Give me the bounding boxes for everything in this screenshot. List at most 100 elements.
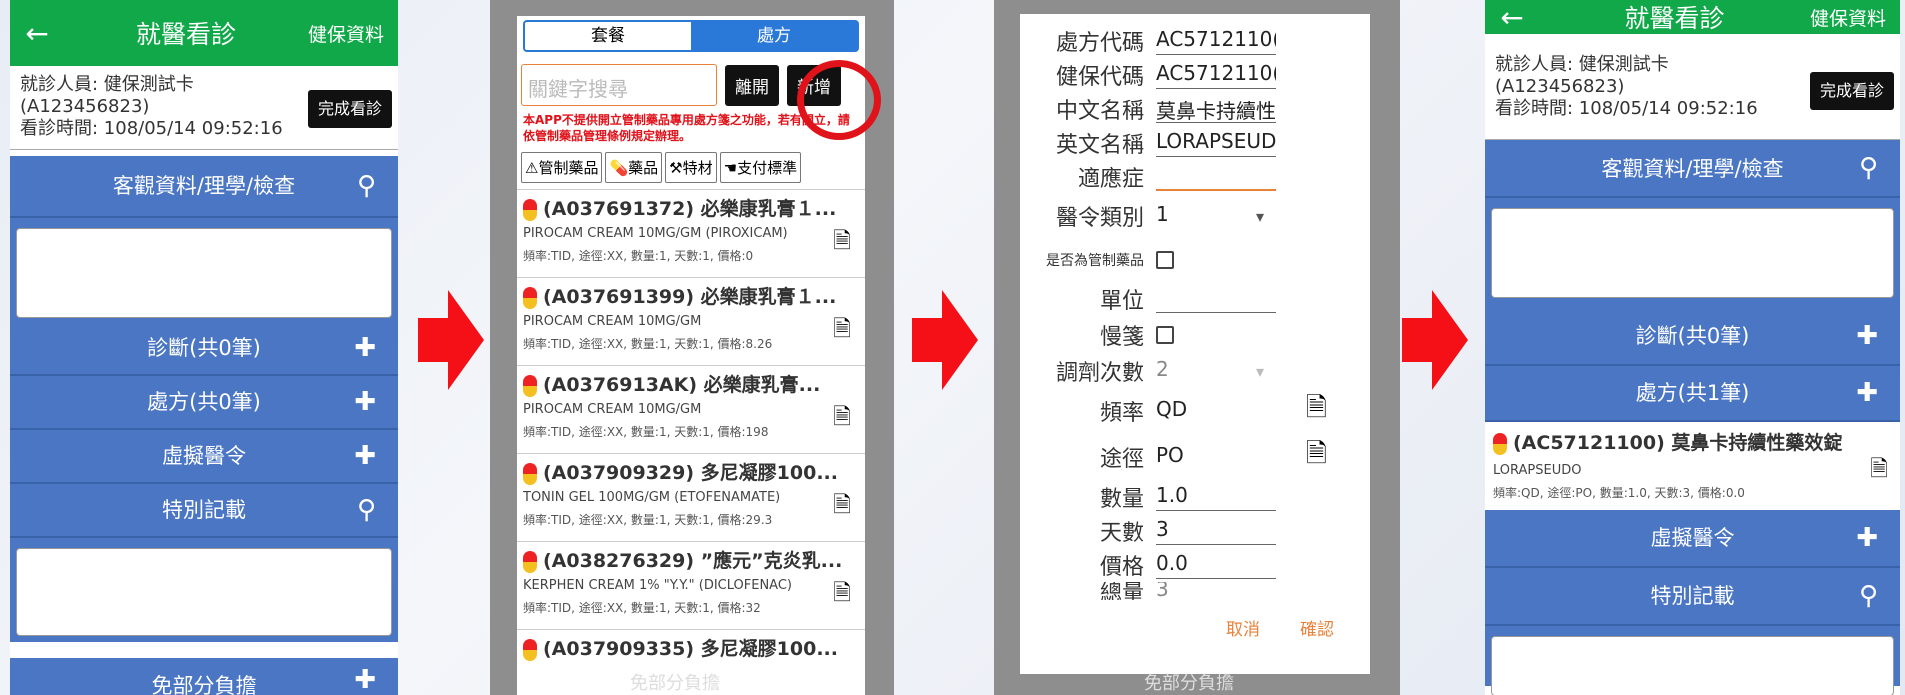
section-objective[interactable]: 客觀資料/理學/檢查 ⚲ xyxy=(1485,140,1900,198)
quantity-input[interactable]: 1.0 xyxy=(1156,483,1276,511)
chinese-name-input[interactable]: 莫鼻卡持續性 xyxy=(1156,95,1276,123)
screen-visit-updated: ← 就醫看診 健保資料 就診人員: 健保測試卡 (A123456823) 看診時… xyxy=(1485,0,1900,695)
dropdown-icon[interactable]: ▾ xyxy=(1256,362,1264,381)
document-icon[interactable]: 🗎 xyxy=(1306,435,1327,479)
section-virtual-order[interactable]: 虛擬醫令 ✚ xyxy=(10,430,398,484)
section-special[interactable]: 特別記載 ⚲ xyxy=(10,484,398,538)
field-unit: 單位 xyxy=(1020,282,1370,316)
keyword-search-input[interactable]: 關鍵字搜尋 xyxy=(521,64,717,106)
chronic-checkbox[interactable] xyxy=(1156,326,1174,344)
search-icon[interactable]: ⚲ xyxy=(1859,568,1878,624)
plus-icon[interactable]: ✚ xyxy=(1856,366,1878,420)
chip-controlled-drug[interactable]: ⚠管制藥品 xyxy=(521,152,603,183)
list-item[interactable]: (A038276329) ”應元”克炎乳... KERPHEN CREAM 1%… xyxy=(517,541,865,629)
field-label: 中文名稱 xyxy=(1055,99,1144,124)
list-item[interactable]: (A037909335) 多尼凝膠100... xyxy=(517,629,865,669)
price-input[interactable]: 0.0 xyxy=(1156,551,1276,579)
search-icon[interactable]: ⚲ xyxy=(357,156,376,216)
plus-icon[interactable]: ✚ xyxy=(354,652,376,695)
cancel-button[interactable]: 取消 xyxy=(1226,615,1260,640)
field-label: 處方代碼 xyxy=(1055,31,1144,56)
section-virtual-order[interactable]: 虛擬醫令 ✚ xyxy=(1485,510,1900,568)
field-label: 總量 xyxy=(1099,582,1144,600)
document-icon[interactable]: 🗎 xyxy=(833,312,851,350)
section-copay[interactable]: 免部分負擔 ✚ xyxy=(10,658,398,695)
list-item[interactable]: (A0376913AK) 必樂康乳膏... PIROCAM CREAM 10MG… xyxy=(517,365,865,453)
section-special[interactable]: 特別記載 ⚲ xyxy=(1485,568,1900,626)
document-icon[interactable]: 🗎 xyxy=(833,224,851,262)
search-icon[interactable]: ⚲ xyxy=(357,484,376,536)
plus-icon[interactable]: ✚ xyxy=(354,376,376,428)
section-prescription-label: 處方(共1筆) xyxy=(1635,381,1750,405)
document-icon[interactable]: 🗎 xyxy=(833,576,851,614)
list-item[interactable]: (AC57121100) 莫鼻卡持續性藥效錠 LORAPSEUDO 頻率:QD,… xyxy=(1485,422,1900,510)
copay-label-dimmed: 免部分負擔 xyxy=(1144,673,1234,694)
english-name-input[interactable]: LORAPSEUD xyxy=(1156,129,1276,157)
prescription-form-dialog: 處方代碼 AC5712110( 健保代碼 AC5712110( 中文名稱 莫鼻卡持續性… xyxy=(1020,14,1370,674)
total-input[interactable]: 3 xyxy=(1156,582,1276,600)
chip-payment-standard[interactable]: ☚支付標準 xyxy=(719,152,802,183)
chip-drug[interactable]: 💊藥品 xyxy=(605,152,663,183)
chip-label: 藥品 xyxy=(628,159,659,177)
section-special-label: 特別記載 xyxy=(162,498,246,522)
section-objective-label: 客觀資料/理學/檢查 xyxy=(112,174,296,198)
drug-english-name: PIROCAM CREAM 10MG/GM xyxy=(523,402,702,417)
section-diagnosis[interactable]: 診斷(共0筆) ✚ xyxy=(1485,308,1900,366)
controlled-drug-checkbox[interactable] xyxy=(1156,251,1174,269)
confirm-button[interactable]: 確認 xyxy=(1300,615,1334,640)
objective-textarea[interactable] xyxy=(1491,208,1894,298)
unit-input[interactable] xyxy=(1156,285,1276,313)
drug-frequency: 頻率:QD, 途徑:PO, 數量:1.0, 天數:3, 價格:0.0 xyxy=(1493,486,1745,500)
drug-frequency: 頻率:TID, 途徑:XX, 數量:1, 天數:1, 價格:198 xyxy=(523,425,769,439)
page-title: 就醫看診 xyxy=(135,20,236,49)
document-icon[interactable]: 🗎 xyxy=(833,488,851,526)
indication-input[interactable] xyxy=(1156,163,1276,191)
dispense-count-select[interactable]: 2 xyxy=(1156,357,1226,385)
tab-prescription[interactable]: 處方 xyxy=(691,22,857,50)
field-route: 途徑 PO 🗎 xyxy=(1020,434,1370,480)
search-icon[interactable]: ⚲ xyxy=(1859,139,1878,197)
section-diagnosis[interactable]: 診斷(共0筆) ✚ xyxy=(10,322,398,376)
special-textarea[interactable] xyxy=(16,548,392,636)
drug-title: (A037691399) 必樂康乳膏１... xyxy=(543,286,837,308)
special-textarea[interactable] xyxy=(1491,636,1894,695)
plus-icon[interactable]: ✚ xyxy=(1856,510,1878,566)
warning-icon: ⚠ xyxy=(525,159,539,177)
chip-material[interactable]: ⚒特材 xyxy=(665,152,717,183)
pill-icon xyxy=(523,638,537,661)
finish-visit-button[interactable]: 完成看診 xyxy=(1809,72,1894,110)
screen-visit-initial: ← 就醫看診 健保資料 就診人員: 健保測試卡 (A123456823) 看診時… xyxy=(10,0,398,695)
section-prescription[interactable]: 處方(共1筆) ✚ xyxy=(1485,366,1900,422)
insurance-data-link[interactable]: 健保資料 xyxy=(308,20,398,47)
dropdown-icon[interactable]: ▾ xyxy=(1256,207,1264,226)
leave-button[interactable]: 離開 xyxy=(725,64,779,106)
back-arrow-icon[interactable]: ← xyxy=(1485,1,1539,34)
document-icon[interactable]: 🗎 xyxy=(1306,389,1327,433)
finish-visit-button[interactable]: 完成看診 xyxy=(307,90,392,128)
section-objective[interactable]: 客觀資料/理學/檢查 ⚲ xyxy=(10,156,398,218)
plus-icon[interactable]: ✚ xyxy=(354,322,376,374)
tab-package[interactable]: 套餐 xyxy=(525,22,691,50)
pill-icon xyxy=(523,462,537,485)
document-icon[interactable]: 🗎 xyxy=(833,400,851,438)
list-item[interactable]: (A037691372) 必樂康乳膏１... PIROCAM CREAM 10M… xyxy=(517,189,865,277)
section-prescription[interactable]: 處方(共0筆) ✚ xyxy=(10,376,398,430)
document-icon[interactable]: 🗎 xyxy=(1870,452,1888,490)
plus-icon[interactable]: ✚ xyxy=(1856,308,1878,364)
field-indication: 適應症 xyxy=(1020,160,1370,194)
field-label: 適應症 xyxy=(1077,167,1144,192)
objective-box xyxy=(1485,198,1900,308)
order-type-select[interactable]: 1 xyxy=(1156,202,1226,230)
days-input[interactable]: 3 xyxy=(1156,517,1276,545)
list-item[interactable]: (A037691399) 必樂康乳膏１... PIROCAM CREAM 10M… xyxy=(517,277,865,365)
drug-title: (A038276329) ”應元”克炎乳... xyxy=(543,550,843,572)
objective-textarea[interactable] xyxy=(16,228,392,318)
prescription-code-input[interactable]: AC5712110( xyxy=(1156,27,1276,55)
insurance-code-input[interactable]: AC5712110( xyxy=(1156,61,1276,89)
plus-icon[interactable]: ✚ xyxy=(354,430,376,482)
chip-label: 管制藥品 xyxy=(538,159,599,177)
back-arrow-icon[interactable]: ← xyxy=(10,17,64,50)
arrow-right-icon xyxy=(418,290,484,390)
insurance-data-link[interactable]: 健保資料 xyxy=(1810,4,1900,31)
list-item[interactable]: (A037909329) 多尼凝膠100... TONIN GEL 100MG/… xyxy=(517,453,865,541)
